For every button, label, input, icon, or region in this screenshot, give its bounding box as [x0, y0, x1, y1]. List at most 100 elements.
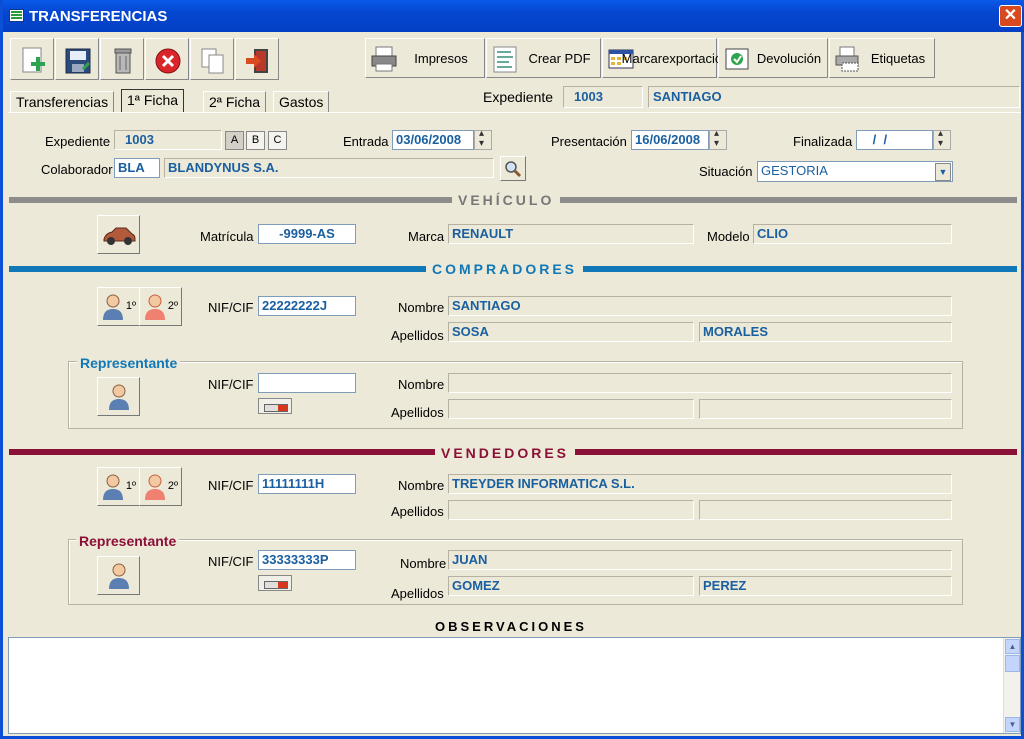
entrada-spinner[interactable]	[474, 128, 492, 150]
magnifier-icon	[505, 161, 522, 178]
expediente-field[interactable]: 1003	[114, 130, 222, 150]
vendedor-1-label: 1º	[125, 480, 136, 492]
impresos-button[interactable]: Impresos	[365, 38, 485, 78]
vendedor-nombre-label: Nombre	[398, 478, 445, 493]
modelo-field: CLIO	[753, 224, 952, 244]
vendedor-representante-button[interactable]	[97, 556, 140, 595]
entrada-date-field[interactable]: 03/06/2008	[392, 130, 474, 150]
vendedor-apellido1-field	[448, 500, 694, 520]
comprador-rep-apellidos-label: Apellidos	[391, 405, 444, 420]
comprador-nif-label: NIF/CIF	[208, 300, 254, 315]
matricula-label: Matrícula	[200, 229, 254, 244]
person-male-icon	[103, 294, 123, 320]
comprador-rep-apellido1-field	[448, 399, 694, 419]
cancel-icon	[155, 48, 181, 74]
entrada-label: Entrada	[343, 134, 389, 149]
comprador-apellido1-field: SOSA	[448, 322, 694, 342]
situacion-value: GESTORIA	[761, 163, 828, 178]
vehicle-button[interactable]	[97, 215, 140, 254]
vendedor-rep-nif-field[interactable]: 33333333P	[258, 550, 356, 570]
label-printer-icon	[835, 46, 859, 72]
marcar-label-line1: Marcar	[621, 50, 663, 66]
copy-button[interactable]	[190, 38, 234, 80]
person-male-icon	[103, 474, 123, 500]
etiquetas-button[interactable]: Etiquetas	[829, 38, 935, 78]
devolucion-label: Devolución	[756, 50, 822, 66]
tab-1a-ficha[interactable]: 1ª Ficha	[121, 89, 185, 113]
serie-b-button[interactable]: B	[246, 131, 265, 150]
marcar-exportacion-button[interactable]: Marcar exportación	[602, 38, 729, 78]
window-title: TRANSFERENCIAS	[29, 8, 168, 25]
serie-a-button[interactable]: A	[225, 131, 244, 150]
vendedores-section-title: VENDEDORES	[435, 445, 576, 461]
tab-gastos[interactable]: Gastos	[273, 91, 330, 113]
exit-button[interactable]	[235, 38, 279, 80]
cancel-button[interactable]	[145, 38, 189, 80]
header-expediente-number: 1003	[563, 86, 643, 108]
vendedor-1-button[interactable]: 1º	[97, 467, 140, 506]
save-button[interactable]	[55, 38, 99, 80]
colaborador-search-button[interactable]	[500, 156, 526, 181]
vendedor-rep-apellido1-field: GOMEZ	[448, 576, 694, 596]
vendedor-rep-apellidos-label: Apellidos	[391, 586, 444, 601]
person-female-icon	[145, 474, 165, 500]
header-expediente-name: SANTIAGO	[648, 86, 1020, 108]
marca-field: RENAULT	[448, 224, 694, 244]
vendedor-2-button[interactable]: 2º	[139, 467, 182, 506]
comprador-representante-button[interactable]	[97, 377, 140, 416]
situacion-label: Situación	[699, 164, 753, 179]
colaborador-label: Colaborador	[41, 162, 113, 177]
colaborador-code-field[interactable]: BLA	[114, 158, 160, 178]
comprador-representante-title: Representante	[77, 355, 181, 371]
scroll-up-icon[interactable]: ▲	[1005, 639, 1020, 654]
observaciones-scrollbar[interactable]: ▲ ▼	[1003, 638, 1020, 733]
main-window: TRANSFERENCIAS ✕ Impresos Crear PDF Marc…	[0, 0, 1024, 739]
delete-button[interactable]	[100, 38, 144, 80]
tab-2a-ficha[interactable]: 2ª Ficha	[203, 91, 267, 113]
presentacion-spinner[interactable]	[709, 128, 727, 150]
colaborador-name-field: BLANDYNUS S.A.	[164, 158, 494, 178]
vendedor-nif-field[interactable]: 11111111H	[258, 474, 356, 494]
title-bar[interactable]: TRANSFERENCIAS ✕	[3, 0, 1024, 32]
tab-transferencias[interactable]: Transferencias	[10, 91, 115, 113]
vendedor-apellidos-label: Apellidos	[391, 504, 444, 519]
serie-c-button[interactable]: C	[268, 131, 287, 150]
etiquetas-label: Etiquetas	[870, 50, 926, 66]
vendedor-2-label: 2º	[167, 480, 178, 492]
new-button[interactable]	[10, 38, 54, 80]
finalizada-date-field[interactable]: / /	[856, 130, 933, 150]
finalizada-spinner[interactable]	[933, 128, 951, 150]
scroll-down-icon[interactable]: ▼	[1005, 717, 1020, 732]
vendedor-rep-card-button[interactable]	[258, 575, 292, 591]
tab-divider	[8, 112, 1021, 113]
comprador-rep-nombre-field	[448, 373, 952, 393]
comprador-rep-nif-label: NIF/CIF	[208, 377, 254, 392]
observaciones-title: OBSERVACIONES	[435, 619, 587, 634]
comprador-rep-card-button[interactable]	[258, 398, 292, 414]
trash-icon	[114, 48, 132, 74]
situacion-select[interactable]: GESTORIA ▼	[757, 161, 953, 182]
crear-pdf-button[interactable]: Crear PDF	[486, 38, 601, 78]
pdf-document-icon	[493, 46, 517, 73]
scroll-thumb[interactable]	[1005, 655, 1020, 672]
vendedor-rep-nombre-label: Nombre	[400, 556, 447, 571]
comprador-nif-field[interactable]: 22222222J	[258, 296, 356, 316]
vendedor-rep-apellido2-field: PEREZ	[699, 576, 952, 596]
comprador-rep-nif-field[interactable]	[258, 373, 356, 393]
presentacion-date-field[interactable]: 16/06/2008	[631, 130, 709, 150]
matricula-field[interactable]: -9999-AS	[258, 224, 356, 244]
new-document-icon	[22, 47, 45, 73]
comprador-1-button[interactable]: 1º	[97, 287, 140, 326]
comprador-2-button[interactable]: 2º	[139, 287, 182, 326]
person-female-icon	[145, 294, 165, 320]
comprador-rep-nombre-label: Nombre	[398, 377, 445, 392]
devolucion-button[interactable]: Devolución	[718, 38, 828, 78]
vendedor-nif-label: NIF/CIF	[208, 478, 254, 493]
copy-icon	[201, 48, 224, 74]
chevron-down-icon[interactable]: ▼	[935, 163, 951, 181]
observaciones-textarea[interactable]: ▲ ▼	[8, 637, 1021, 734]
impresos-label: Impresos	[414, 50, 468, 66]
comprador-rep-apellido2-field	[699, 399, 952, 419]
save-icon	[65, 48, 91, 74]
close-button[interactable]: ✕	[999, 5, 1022, 27]
